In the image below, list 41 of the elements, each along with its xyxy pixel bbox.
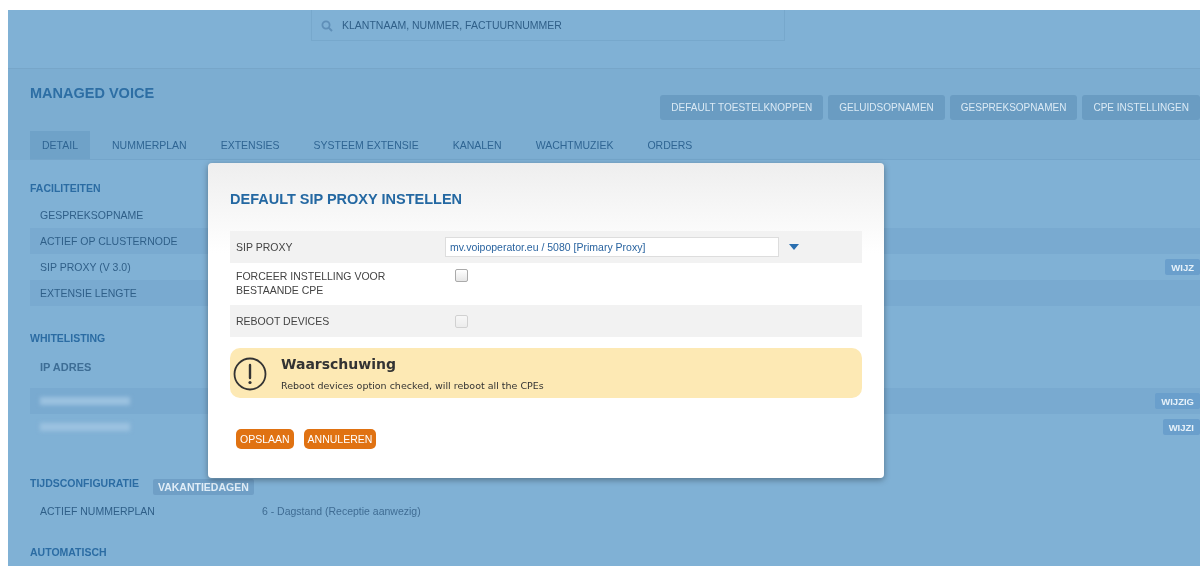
caret-icon xyxy=(789,244,799,250)
dropdown-field[interactable]: mv.voipoperator.eu / 5080 [Primary Proxy] xyxy=(445,237,779,257)
warning-icon xyxy=(233,356,267,391)
group-title: TIJDSCONFIGURATIE xyxy=(30,477,139,489)
tag-button[interactable]: VAKANTIEDAGEN xyxy=(152,479,254,495)
edit-button[interactable]: WIJZI xyxy=(1162,419,1200,435)
warning-title: Waarschuwing xyxy=(281,356,398,372)
tab[interactable]: ORDERS xyxy=(635,131,705,159)
field-label: SIP PROXY xyxy=(236,240,294,254)
tab[interactable]: KANALEN xyxy=(440,131,514,159)
action-button[interactable]: GESPREKSOPNAMEN xyxy=(949,95,1078,120)
action-button[interactable]: CPE INSTELLINGEN xyxy=(1082,95,1200,120)
tab[interactable]: SYSTEEM EXTENSIE xyxy=(301,131,431,159)
row-value: 6 - Dagstand (Receptie aanwezig) xyxy=(261,505,421,517)
checkbox[interactable] xyxy=(455,269,468,282)
edit-button[interactable]: WIJZIG xyxy=(1155,393,1200,409)
search-field[interactable]: KLANTNAAM, NUMMER, FACTUURNUMMER xyxy=(311,10,785,41)
action-button[interactable]: DEFAULT TOESTELKNOPPEN xyxy=(660,95,824,120)
search-icon xyxy=(321,20,333,32)
row-label: EXTENSIE LENGTE xyxy=(40,287,137,299)
dialog-button[interactable]: OPSLAAN xyxy=(236,429,294,449)
column-header: IP ADRES xyxy=(39,360,92,375)
group-title: WHITELISTING xyxy=(30,332,107,344)
group-title: FACILITEITEN xyxy=(30,182,102,194)
edit-button[interactable]: WIJZ xyxy=(1165,259,1200,275)
tab[interactable]: EXTENSIES xyxy=(208,131,292,159)
row-label: ACTIEF OP CLUSTERNODE xyxy=(40,235,178,247)
row-label: GESPREKSOPNAME xyxy=(40,209,144,221)
row-label: SIP PROXY (V 3.0) xyxy=(40,261,131,273)
row-label: ACTIEF NUMMERPLAN xyxy=(40,505,155,517)
action-button[interactable]: GELUIDSOPNAMEN xyxy=(828,95,945,120)
warning-message: Reboot devices option checked, will reboot all the CPEs xyxy=(281,380,544,391)
group-title: AUTOMATISCH xyxy=(30,546,108,558)
tab[interactable]: DETAIL xyxy=(30,131,90,159)
field-label: FORCEER INSTELLING VOOR BESTAANDE CPE xyxy=(236,269,387,297)
tab[interactable]: WACHTMUZIEK xyxy=(523,131,626,159)
field-label: REBOOT DEVICES xyxy=(236,314,331,328)
dialog-title: DEFAULT SIP PROXY INSTELLEN xyxy=(230,191,464,207)
section-title: MANAGED VOICE xyxy=(30,85,155,101)
dialog-button[interactable]: ANNULEREN xyxy=(303,429,377,449)
tab[interactable]: NUMMERPLAN xyxy=(100,131,199,159)
